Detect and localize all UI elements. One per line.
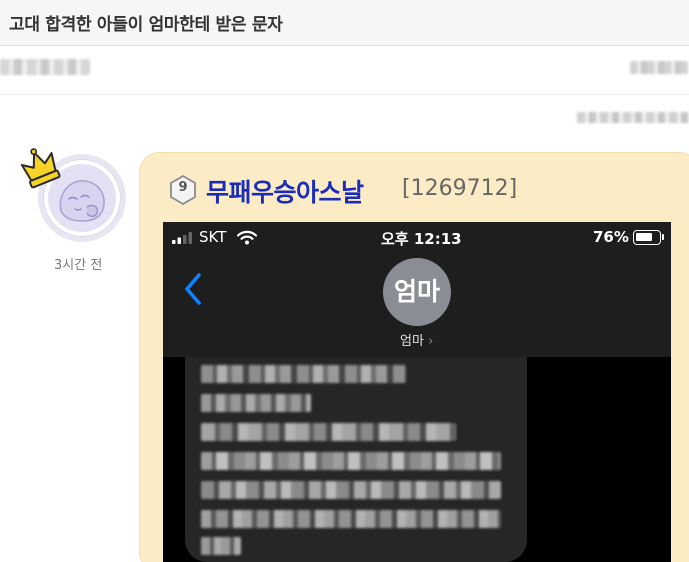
carrier-label: SKT [199, 228, 227, 246]
level-badge-number: 9 [178, 180, 188, 195]
redacted-message-line [201, 394, 311, 412]
redacted-message-line [201, 365, 406, 383]
post-page: 고대 합격한 아들이 엄마한테 받은 문자 3시간 전 9 무패우승아스날 [1… [0, 0, 689, 562]
contact-name: 엄마 [400, 334, 424, 349]
post-id: [1269712] [402, 176, 518, 201]
wifi-icon [237, 230, 257, 245]
redacted-message-line [201, 481, 501, 499]
contact-avatar[interactable]: 엄마 [383, 258, 451, 326]
author-nickname[interactable]: 무패우승아스날 [206, 173, 364, 209]
redacted-info [577, 112, 689, 123]
crown-icon [20, 148, 61, 189]
redacted-message-line [201, 510, 501, 528]
battery-icon [633, 230, 661, 245]
message-bubble [185, 357, 527, 562]
battery-percent: 76% [593, 228, 629, 246]
cellular-signal-icon [172, 232, 192, 244]
redacted-message-line [201, 537, 241, 555]
post-timestamp: 3시간 전 [54, 258, 103, 273]
battery-tip [662, 234, 664, 240]
post-title: 고대 합격한 아들이 엄마한테 받은 문자 [9, 15, 283, 35]
chevron-left-icon[interactable] [183, 272, 203, 306]
redacted-meta [630, 61, 688, 74]
post-meta-row [0, 47, 689, 95]
post-title-bar: 고대 합격한 아들이 엄마한테 받은 문자 [0, 0, 689, 46]
redacted-author [0, 59, 90, 75]
message-screenshot: SKT 오후 12:13 76% 엄마 엄마 › [163, 222, 671, 562]
clock: 오후 12:13 [381, 230, 462, 248]
battery-fill [636, 233, 652, 241]
contact-name-row[interactable]: 엄마 › [400, 330, 433, 349]
chevron-right-icon: › [428, 334, 434, 349]
redacted-message-line [201, 423, 456, 441]
redacted-message-line [201, 452, 501, 470]
